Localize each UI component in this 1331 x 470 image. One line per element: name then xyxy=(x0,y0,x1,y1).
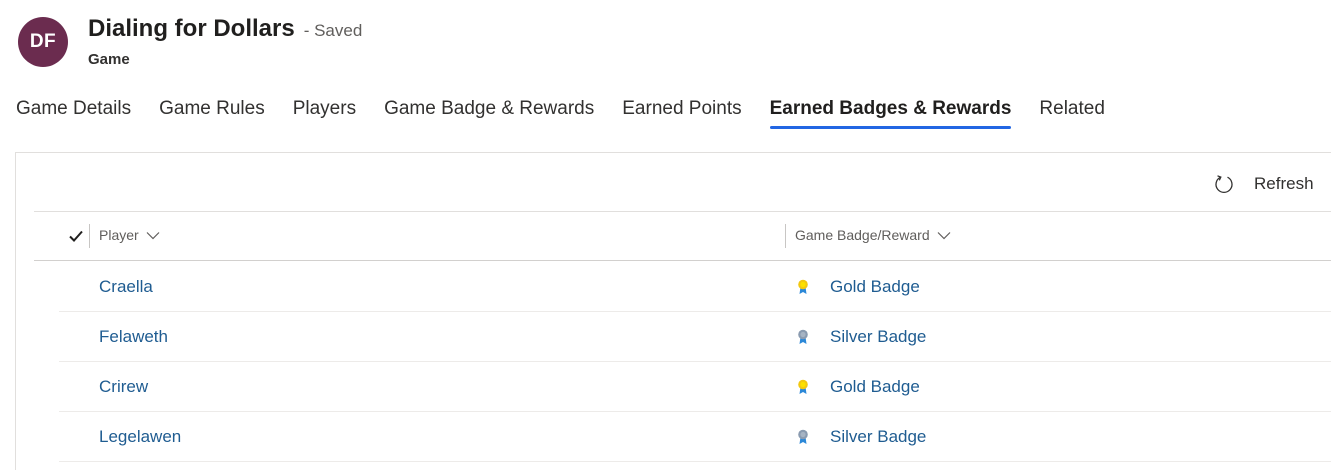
column-header-label: Player xyxy=(99,227,139,243)
tab-related[interactable]: Related xyxy=(1039,98,1105,129)
avatar: DF xyxy=(18,17,68,67)
column-header-player[interactable]: Player xyxy=(99,227,160,243)
badge-link[interactable]: Silver Badge xyxy=(830,427,926,447)
player-link[interactable]: Felaweth xyxy=(99,327,168,347)
column-header-label: Game Badge/Reward xyxy=(795,227,930,243)
record-title-row: Dialing for Dollars - Saved xyxy=(88,15,362,43)
tab-list: Game Details Game Rules Players Game Bad… xyxy=(16,98,1133,129)
refresh-label: Refresh xyxy=(1254,174,1314,193)
table-row[interactable] xyxy=(59,412,1331,462)
tab-game-rules[interactable]: Game Rules xyxy=(159,98,265,129)
silver-badge-icon xyxy=(798,429,808,444)
badge-link[interactable]: Silver Badge xyxy=(830,327,926,347)
gold-badge-icon xyxy=(798,379,808,394)
gold-badge-icon xyxy=(798,279,808,294)
tab-game-badge-rewards[interactable]: Game Badge & Rewards xyxy=(384,98,594,129)
chevron-down-icon xyxy=(146,231,160,239)
column-separator[interactable] xyxy=(785,224,786,248)
tab-game-details[interactable]: Game Details xyxy=(16,98,131,129)
tab-players[interactable]: Players xyxy=(293,98,356,129)
grid-header-top-divider xyxy=(34,211,1331,212)
chevron-down-icon xyxy=(937,231,951,239)
player-link[interactable]: Legelawen xyxy=(99,427,181,447)
refresh-icon xyxy=(1215,175,1233,193)
column-separator xyxy=(89,224,90,248)
page: DF Dialing for Dollars - Saved Game Game… xyxy=(0,0,1331,470)
select-all-checkmark-icon[interactable] xyxy=(68,229,84,243)
refresh-button[interactable]: Refresh xyxy=(1213,173,1314,195)
table-row[interactable] xyxy=(59,312,1331,362)
badge-link[interactable]: Gold Badge xyxy=(830,277,920,297)
silver-badge-icon xyxy=(798,329,808,344)
tab-earned-badges-rewards[interactable]: Earned Badges & Rewards xyxy=(769,98,1011,129)
column-header-game-badge-reward[interactable]: Game Badge/Reward xyxy=(795,227,951,243)
player-link[interactable]: Craella xyxy=(99,277,153,297)
tab-earned-points[interactable]: Earned Points xyxy=(622,98,741,129)
table-row[interactable] xyxy=(59,362,1331,412)
badge-link[interactable]: Gold Badge xyxy=(830,377,920,397)
grid-header-bottom-divider xyxy=(34,260,1331,261)
table-row[interactable] xyxy=(59,262,1331,312)
player-link[interactable]: Crirew xyxy=(99,377,148,397)
page-title: Dialing for Dollars xyxy=(88,15,295,42)
entity-type-label: Game xyxy=(88,51,130,68)
saved-status: - Saved xyxy=(303,21,363,40)
